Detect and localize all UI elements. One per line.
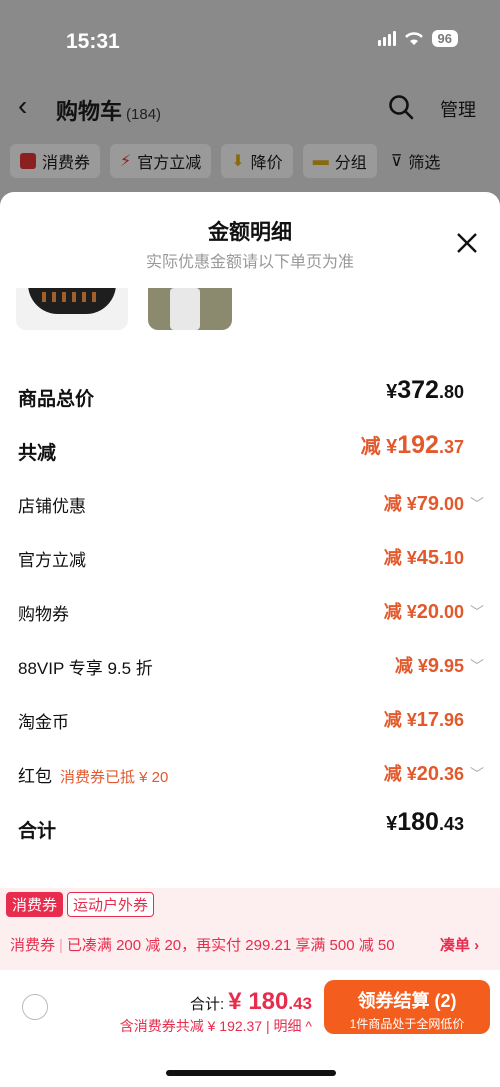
- row-label: 淘金币: [18, 713, 69, 732]
- wifi-icon: [404, 32, 423, 45]
- row-subtotal: 商品总价 ¥372.80: [0, 372, 500, 426]
- row-value: ¥180.43: [386, 808, 464, 836]
- status-icons: 96: [377, 30, 458, 47]
- promo-label: 消费券: [10, 937, 56, 954]
- product-thumbnail-shoe[interactable]: [16, 288, 128, 330]
- filter-label: 消费券: [42, 155, 91, 172]
- signal-icon: [377, 31, 396, 46]
- detail-toggle[interactable]: 明细 ^: [274, 1018, 312, 1034]
- filter-label: 筛选: [408, 155, 441, 172]
- total-discount-note: 含消费券共减 ¥ 192.37 | 明细 ^: [119, 1018, 312, 1034]
- page-title-text: 购物车: [56, 99, 123, 124]
- row-store-discount[interactable]: 店铺优惠 减 ¥79.00 ﹀: [0, 480, 500, 534]
- arrow-down-icon: ⬇: [231, 153, 245, 170]
- row-value: 减 ¥9.95: [394, 655, 464, 677]
- row-label: 商品总价: [18, 389, 95, 410]
- funnel-icon: ⊽: [390, 153, 403, 170]
- clock: 15:31: [66, 30, 120, 53]
- filter-label: 分组: [334, 155, 367, 172]
- row-value: 减 ¥45.10: [383, 547, 464, 569]
- row-coins: 淘金币 减 ¥17.96: [0, 696, 500, 750]
- row-sum: 合计 ¥180.43: [0, 804, 500, 858]
- chevron-down-icon[interactable]: ﹀: [470, 494, 484, 514]
- cart-count: (184): [126, 106, 162, 123]
- checkout-label: 领券结算 (2): [357, 991, 457, 1011]
- lightning-icon: ⚡: [120, 153, 132, 170]
- close-icon[interactable]: [456, 232, 478, 254]
- row-value: 减 ¥79.00: [383, 493, 464, 515]
- row-label: 共减: [18, 443, 57, 464]
- sheet-subtitle: 实际优惠金额请以下单页为准: [145, 254, 354, 271]
- amount-rows: 商品总价 ¥372.80 共减 减 ¥192.37 店铺优惠 减 ¥79.00 …: [0, 372, 500, 858]
- manage-button[interactable]: 管理: [440, 96, 476, 122]
- filter-filter[interactable]: ⊽ 筛选: [387, 144, 445, 178]
- product-thumbnail-shirt[interactable]: [148, 288, 232, 330]
- row-label: 官方立减: [18, 551, 86, 570]
- promo-banner: 消费券 运动户外券 消费券 | 已凑满 200 减 20，再实付 299.21 享满…: [0, 888, 500, 970]
- select-all-checkbox[interactable]: [22, 994, 48, 1020]
- filter-label: 降价: [250, 155, 283, 172]
- sheet-title: 金额明细: [208, 221, 292, 244]
- status-bar: 15:31 96: [0, 0, 500, 80]
- chevron-down-icon[interactable]: ﹀: [470, 656, 484, 676]
- row-total-discount: 共减 减 ¥192.37: [0, 426, 500, 480]
- coupon-tag: 消费券: [6, 892, 64, 917]
- filter-price-drop[interactable]: ⬇ 降价: [221, 144, 293, 178]
- row-official-discount: 官方立减 减 ¥45.10: [0, 534, 500, 588]
- row-label: 合计: [18, 821, 57, 842]
- coupon-icon: [20, 153, 36, 169]
- battery-icon: 96: [431, 30, 458, 47]
- row-value: 减 ¥17.96: [383, 709, 464, 731]
- product-thumbnails: [16, 288, 232, 330]
- promo-line[interactable]: 消费券 | 已凑满 200 减 20，再实付 299.21 享满 500 减 50 …: [10, 934, 479, 955]
- filter-bar: 消费券 ⚡ 官方立减 ⬇ 降价 ▬ 分组 ⊽ 筛选: [10, 144, 444, 178]
- checkout-sublabel: 1件商品处于全网低价: [349, 1017, 465, 1031]
- row-voucher[interactable]: 购物券 减 ¥20.00 ﹀: [0, 588, 500, 642]
- promo-tags: 消费券 运动户外券: [6, 892, 155, 917]
- row-label: 购物券: [18, 605, 69, 624]
- filter-official[interactable]: ⚡ 官方立减: [110, 144, 212, 178]
- checkout-bar: 合计: ¥ 180.43 含消费券共减 ¥ 192.37 | 明细 ^ 领券结算…: [0, 970, 500, 1087]
- nav-bar: ‹ 购物车 (184) 管理: [0, 88, 500, 128]
- home-indicator[interactable]: [166, 1070, 336, 1076]
- row-value: 减 ¥20.36: [383, 763, 464, 785]
- row-vip[interactable]: 88VIP 专享 9.5 折 减 ¥9.95 ﹀: [0, 642, 500, 696]
- folder-icon: ▬: [312, 152, 329, 169]
- outdoor-coupon-tag: 运动户外券: [67, 892, 155, 917]
- filter-group[interactable]: ▬ 分组: [302, 144, 377, 178]
- search-icon[interactable]: [388, 94, 414, 120]
- back-icon[interactable]: ‹: [18, 90, 27, 122]
- filter-label: 官方立减: [137, 155, 202, 172]
- row-label: 红包 消费券已抵 ¥ 20: [18, 767, 169, 786]
- total-amount: 合计: ¥ 180.43: [189, 988, 312, 1015]
- row-label: 88VIP 专享 9.5 折: [18, 659, 153, 678]
- filter-coupon[interactable]: 消费券: [10, 144, 101, 178]
- chevron-down-icon[interactable]: ﹀: [470, 764, 484, 784]
- chevron-down-icon[interactable]: ﹀: [470, 602, 484, 622]
- row-redpacket[interactable]: 红包 消费券已抵 ¥ 20 减 ¥20.36 ﹀: [0, 750, 500, 804]
- row-value: ¥372.80: [386, 376, 464, 404]
- redpacket-note: 消费券已抵 ¥ 20: [60, 769, 169, 786]
- promo-text: 已凑满 200 减 20，再实付 299.21 享满 500 减 50: [66, 937, 395, 954]
- row-value: 减 ¥192.37: [360, 431, 464, 459]
- row-value: 减 ¥20.00: [383, 601, 464, 623]
- page-title: 购物车 (184): [56, 94, 161, 126]
- row-label: 店铺优惠: [18, 497, 86, 516]
- checkout-button[interactable]: 领券结算 (2) 1件商品处于全网低价: [324, 980, 490, 1034]
- add-items-link[interactable]: 凑单 ›: [440, 934, 479, 955]
